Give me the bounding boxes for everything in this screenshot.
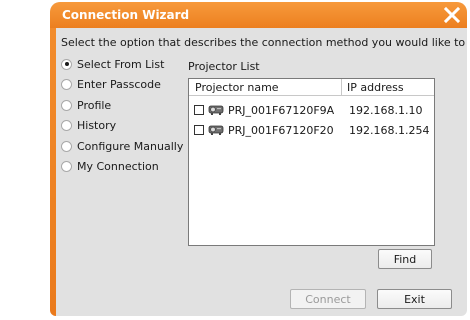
projector-icon	[208, 103, 224, 117]
connection-wizard-window: Connection Wizard Select the option that…	[50, 2, 467, 316]
table-row[interactable]: PRJ_001F67120F9A 192.168.1.10	[189, 100, 434, 120]
find-button[interactable]: Find	[378, 249, 432, 269]
window-title: Connection Wizard	[62, 8, 190, 22]
option-enter-passcode[interactable]: Enter Passcode	[61, 75, 183, 96]
option-select-from-list[interactable]: Select From List	[61, 54, 183, 75]
exit-button[interactable]: Exit	[377, 289, 452, 309]
radio-button[interactable]	[61, 58, 72, 70]
row-checkbox[interactable]	[194, 105, 204, 115]
option-profile[interactable]: Profile	[61, 95, 183, 116]
instruction-text: Select the option that describes the con…	[61, 36, 467, 49]
projector-icon	[208, 123, 224, 137]
connection-method-group: Select From List Enter Passcode Profile …	[61, 54, 183, 177]
option-configure-manually[interactable]: Configure Manually	[61, 136, 183, 157]
row-checkbox[interactable]	[194, 125, 204, 135]
projector-list[interactable]: Projector name IP address PRJ_001F67120F…	[188, 78, 435, 246]
title-bar: Connection Wizard	[50, 2, 467, 28]
option-my-connection[interactable]: My Connection	[61, 157, 183, 178]
list-header: Projector name IP address	[189, 79, 434, 96]
option-label: Select From List	[77, 57, 165, 71]
option-history[interactable]: History	[61, 116, 183, 137]
close-button[interactable]	[443, 6, 461, 24]
option-label: Enter Passcode	[77, 78, 161, 92]
option-label: Configure Manually	[77, 139, 184, 153]
projector-name: PRJ_001F67120F20	[228, 124, 334, 137]
table-row[interactable]: PRJ_001F67120F20 192.168.1.254	[189, 120, 434, 140]
connect-button[interactable]: Connect	[290, 289, 366, 309]
ip-address: 192.168.1.10	[349, 104, 423, 117]
projector-name: PRJ_001F67120F9A	[228, 104, 335, 117]
radio-button[interactable]	[61, 99, 72, 111]
option-label: History	[77, 119, 117, 133]
projector-list-caption: Projector List	[188, 60, 260, 73]
column-header-projector-name[interactable]: Projector name	[195, 81, 279, 94]
radio-button[interactable]	[61, 79, 72, 91]
close-icon	[443, 6, 461, 24]
radio-button[interactable]	[61, 161, 72, 173]
radio-button[interactable]	[61, 120, 72, 132]
column-header-ip-address[interactable]: IP address	[347, 81, 404, 94]
option-label: Profile	[77, 98, 112, 112]
ip-address: 192.168.1.254	[349, 124, 430, 137]
radio-button[interactable]	[61, 140, 72, 152]
option-label: My Connection	[77, 160, 159, 174]
accent-strip	[50, 28, 56, 316]
column-divider[interactable]	[341, 79, 342, 95]
